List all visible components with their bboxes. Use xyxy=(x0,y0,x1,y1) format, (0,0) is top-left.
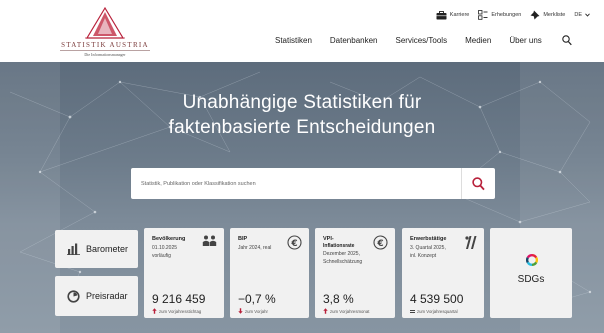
kpi-title: Erwerbstätige xyxy=(410,236,447,242)
equal-icon xyxy=(410,310,415,313)
svg-text:€: € xyxy=(290,239,297,249)
kpi-subtitle-2: Schnellschätzung xyxy=(323,259,363,265)
hero-heading-line2: faktenbasierte Entscheidungen xyxy=(168,117,436,138)
language-switch[interactable]: DE xyxy=(574,12,590,18)
kpi-card-bip[interactable]: BIP Jahr 2024, real € −0,7 % zum Vorjahr xyxy=(230,228,309,318)
kpi-value: 3,8 % xyxy=(323,292,354,306)
kpi-subtitle-2: vorläufig xyxy=(152,253,171,259)
kpi-subtitle: 01.10.2025 xyxy=(152,245,178,251)
kpi-footer-text: zum Vorjahresstichtag xyxy=(159,308,202,314)
search-icon xyxy=(472,176,485,190)
kpi-footer: zum Vorjahresstichtag xyxy=(152,308,201,314)
worker-icon xyxy=(465,236,477,249)
barometer-card[interactable]: Barometer xyxy=(55,230,138,268)
hero-heading: Unabhängige Statistiken für faktenbasier… xyxy=(0,90,604,140)
hero-search-box xyxy=(131,168,495,199)
main-nav: Statistiken Datenbanken Services/Tools M… xyxy=(275,36,542,45)
logo-tagline: Die Informationsmanager xyxy=(84,52,126,57)
merkliste-link[interactable]: Merkliste xyxy=(530,10,565,20)
statistik-austria-logo[interactable]: STATISTIK AUSTRIA Die Informationsmanage… xyxy=(50,6,160,58)
logo-wordmark: STATISTIK AUSTRIA xyxy=(61,41,149,49)
site-header: STATISTIK AUSTRIA Die Informationsmanage… xyxy=(0,0,604,62)
merkliste-label: Merkliste xyxy=(543,12,566,18)
briefcase-icon xyxy=(436,10,447,19)
logo-divider xyxy=(60,50,150,51)
svg-text:€: € xyxy=(376,239,383,249)
kpi-card-vpi[interactable]: VPI- Inflationsrate Dezember 2025, Schne… xyxy=(315,228,395,318)
people-icon xyxy=(202,235,217,246)
kpi-subtitle: Jahr 2024, real xyxy=(238,245,272,251)
kpi-footer: zum Vorjahresquartal xyxy=(410,309,458,314)
sdg-card[interactable]: SDGs xyxy=(490,228,572,318)
euro-icon: € xyxy=(373,235,388,250)
nav-datenbanken[interactable]: Datenbanken xyxy=(330,36,378,45)
kpi-subtitle-2: inl. Konzept xyxy=(410,253,437,259)
language-label: DE xyxy=(574,12,582,18)
preisradar-card[interactable]: Preisradar xyxy=(55,276,138,316)
kpi-title: VPI- xyxy=(323,236,334,242)
kpi-card-bevoelkerung[interactable]: Bevölkerung 01.10.2025 vorläufig 9 216 4… xyxy=(144,228,224,318)
chevron-down-icon xyxy=(585,13,590,17)
kpi-value: −0,7 % xyxy=(238,292,276,306)
kpi-value: 4 539 500 xyxy=(410,292,464,306)
kpi-subtitle: 3. Quartal 2025, xyxy=(410,245,446,251)
utility-nav: Karriere Erhebungen Merkliste DE xyxy=(436,10,590,20)
search-icon[interactable] xyxy=(562,35,572,46)
hero-heading-line1: Unabhängige Statistiken für xyxy=(182,92,422,113)
euro-icon: € xyxy=(287,235,302,250)
kpi-footer: zum Vorjahresmonat xyxy=(323,308,369,314)
nav-medien[interactable]: Medien xyxy=(465,36,491,45)
hero-search-button[interactable] xyxy=(461,168,495,199)
logo-emblem-icon xyxy=(85,6,125,39)
barometer-label: Barometer xyxy=(86,244,129,254)
hero-section: Unabhängige Statistiken für faktenbasier… xyxy=(0,62,604,333)
nav-statistiken[interactable]: Statistiken xyxy=(275,36,312,45)
kpi-subtitle: Dezember 2025, xyxy=(323,251,360,257)
kpi-card-erwerbstaetige[interactable]: Erwerbstätige 3. Quartal 2025, inl. Konz… xyxy=(402,228,484,318)
kpi-footer-text: zum Vorjahresquartal xyxy=(417,309,458,314)
nav-ueber-uns[interactable]: Über uns xyxy=(509,36,541,45)
kpi-value: 9 216 459 xyxy=(152,292,206,306)
kpi-footer-text: zum Vorjahr xyxy=(245,308,268,314)
radar-icon xyxy=(67,289,80,303)
arrow-up-icon xyxy=(152,308,157,314)
kpi-title: BIP xyxy=(238,236,248,242)
erhebungen-link[interactable]: Erhebungen xyxy=(478,10,521,20)
arrow-up-icon xyxy=(323,308,328,314)
kpi-title: Bevölkerung xyxy=(152,236,186,242)
hero-search-input[interactable] xyxy=(141,176,451,191)
kpi-footer-text: zum Vorjahresmonat xyxy=(330,308,370,314)
sdg-label: SDGs xyxy=(517,274,545,285)
nav-services-tools[interactable]: Services/Tools xyxy=(396,36,448,45)
karriere-label: Karriere xyxy=(449,12,470,18)
kpi-title-2: Inflationsrate xyxy=(323,243,355,249)
preisradar-label: Preisradar xyxy=(86,291,128,301)
karriere-link[interactable]: Karriere xyxy=(436,10,470,20)
erhebungen-label: Erhebungen xyxy=(491,12,522,18)
pin-icon xyxy=(530,10,540,20)
bar-chart-icon xyxy=(67,243,80,255)
arrow-down-icon xyxy=(238,308,243,314)
survey-icon xyxy=(478,10,488,20)
sdg-wheel-icon xyxy=(526,254,538,266)
kpi-footer: zum Vorjahr xyxy=(238,308,268,314)
